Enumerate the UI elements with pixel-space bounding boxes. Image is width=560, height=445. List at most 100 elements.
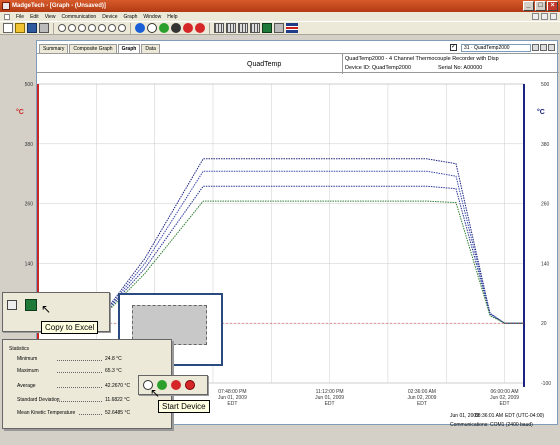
graph-buttons bbox=[532, 44, 555, 51]
graph-minimize-button[interactable] bbox=[532, 44, 539, 51]
tab-composite-graph[interactable]: Composite Graph bbox=[69, 44, 117, 53]
stat-leader bbox=[57, 401, 102, 402]
doc-window-controls bbox=[532, 13, 557, 20]
y-tick-label-left: 260 bbox=[25, 202, 34, 208]
tab-graph[interactable]: Graph bbox=[117, 44, 141, 53]
copy-to-excel-button[interactable] bbox=[25, 299, 37, 311]
graph-title: QuadTemp bbox=[247, 61, 282, 68]
zoom-y-icon[interactable] bbox=[108, 24, 116, 32]
grid-icon[interactable] bbox=[214, 23, 224, 33]
menu-graph[interactable]: Graph bbox=[123, 14, 137, 20]
cancel-icon[interactable] bbox=[195, 23, 205, 33]
stat-label: Average bbox=[17, 383, 36, 389]
serial-number: Serial No: A00000 bbox=[438, 65, 483, 71]
stat-value: 42.2670 °C bbox=[105, 383, 131, 389]
menu-window[interactable]: Window bbox=[143, 14, 161, 20]
status-time: 08:36:01 AM bbox=[475, 413, 504, 419]
stat-label: Mean Kinetic Temperature bbox=[17, 410, 76, 416]
new-file-icon[interactable] bbox=[3, 23, 13, 33]
menu-device[interactable]: Device bbox=[102, 14, 117, 20]
menu-bar: File Edit View Communication Device Grap… bbox=[0, 12, 560, 21]
menu-help[interactable]: Help bbox=[167, 14, 177, 20]
statistics-title: Statistics bbox=[9, 346, 30, 352]
graph-restore-button[interactable] bbox=[540, 44, 547, 51]
y-tick-label-left: 140 bbox=[25, 261, 34, 267]
channel-checkbox[interactable]: ✓ bbox=[450, 44, 457, 51]
y-unit-left: °C bbox=[16, 108, 24, 116]
stop-device-button[interactable] bbox=[171, 380, 181, 390]
document-icon bbox=[4, 13, 10, 20]
close-button[interactable]: × bbox=[547, 1, 558, 11]
graph-header: QuadTemp QuadTemp2000 - 4 Channel Thermo… bbox=[37, 53, 559, 74]
maximize-button[interactable]: □ bbox=[535, 1, 546, 11]
app-window: MadgeTech - [Graph - (Unsaved)] _ □ × Fi… bbox=[0, 0, 560, 445]
tab-summary[interactable]: Summary bbox=[39, 44, 69, 53]
y-tick-label-left: 500 bbox=[25, 82, 34, 88]
stat-label: Minimum bbox=[17, 356, 38, 362]
cancel-device-button[interactable] bbox=[185, 380, 195, 390]
table-icon[interactable] bbox=[226, 23, 236, 33]
toolbar-separator bbox=[209, 22, 210, 34]
zoom-fit-icon[interactable] bbox=[118, 24, 126, 32]
minimize-button[interactable]: _ bbox=[523, 1, 534, 11]
device-control-popup bbox=[138, 375, 208, 395]
menu-communication[interactable]: Communication bbox=[61, 14, 96, 20]
stat-leader bbox=[57, 387, 102, 388]
toolbar-separator bbox=[130, 22, 131, 34]
stat-value: 52.6485 °C bbox=[105, 410, 131, 416]
pause-icon[interactable] bbox=[171, 23, 181, 33]
stat-value: 65.3 °C bbox=[105, 368, 122, 374]
annotation-icon[interactable] bbox=[250, 23, 260, 33]
window-title: MadgeTech - [Graph - (Unsaved)] bbox=[12, 3, 106, 9]
menu-edit[interactable]: Edit bbox=[30, 14, 39, 20]
language-flag-icon[interactable] bbox=[286, 23, 298, 33]
app-icon bbox=[2, 2, 10, 10]
start-device-icon[interactable] bbox=[159, 23, 169, 33]
toolbar-separator bbox=[53, 22, 54, 34]
save-icon[interactable] bbox=[27, 23, 37, 33]
zoom-x-icon[interactable] bbox=[98, 24, 106, 32]
pan-icon[interactable] bbox=[68, 24, 76, 32]
print-icon[interactable] bbox=[39, 23, 49, 33]
excel-icon[interactable] bbox=[262, 23, 272, 33]
start-device-tooltip: Start Device bbox=[158, 400, 210, 413]
zoom-in-icon[interactable] bbox=[78, 24, 86, 32]
copy-icon[interactable] bbox=[7, 300, 17, 310]
stat-value: 11.6822 °C bbox=[105, 397, 130, 403]
copy-to-excel-tooltip: Copy to Excel bbox=[41, 321, 99, 334]
stat-leader bbox=[79, 414, 102, 415]
stat-label: Maximum bbox=[17, 368, 39, 374]
doc-restore-button[interactable] bbox=[541, 13, 548, 20]
channel-select[interactable]: 31 · QuadTemp2000 bbox=[461, 44, 531, 52]
doc-close-button[interactable] bbox=[550, 13, 557, 20]
device-description: QuadTemp2000 - 4 Channel Thermocouple Re… bbox=[345, 56, 499, 62]
pointer-icon[interactable] bbox=[58, 24, 66, 32]
report-icon[interactable] bbox=[274, 23, 284, 33]
menu-view[interactable]: View bbox=[45, 14, 56, 20]
stat-value: 24.8 °C bbox=[105, 356, 122, 362]
graph-close-button[interactable] bbox=[548, 44, 555, 51]
tab-data[interactable]: Data bbox=[141, 44, 160, 53]
stat-label: Standard Deviation bbox=[17, 397, 60, 403]
columns-icon[interactable] bbox=[238, 23, 248, 33]
device-id: Device ID: QuadTemp2000 bbox=[345, 65, 412, 71]
doc-minimize-button[interactable] bbox=[532, 13, 539, 20]
open-folder-icon[interactable] bbox=[15, 23, 25, 33]
excel-toolbar-popup: ↖ Copy to Excel bbox=[2, 292, 110, 334]
help-icon[interactable] bbox=[135, 23, 145, 33]
status-communications: Communications: COM1 (2400 baud) bbox=[450, 422, 533, 428]
y-tick-label-left: 380 bbox=[25, 142, 34, 148]
stop-device-icon[interactable] bbox=[183, 23, 193, 33]
zoom-out-icon[interactable] bbox=[88, 24, 96, 32]
stat-leader bbox=[57, 360, 102, 361]
mouse-cursor-icon: ↖ bbox=[150, 386, 161, 400]
tab-bar: Summary Composite Graph Graph Data bbox=[37, 41, 161, 53]
read-device-icon[interactable] bbox=[147, 23, 157, 33]
title-bar: MadgeTech - [Graph - (Unsaved)] _ □ × bbox=[0, 0, 560, 12]
status-timezone: EDT (UTC-04:00) bbox=[505, 413, 545, 419]
window-controls: _ □ × bbox=[523, 1, 558, 11]
device-info: QuadTemp2000 - 4 Channel Thermocouple Re… bbox=[342, 54, 559, 74]
menu-file[interactable]: File bbox=[16, 14, 24, 20]
toolbar bbox=[0, 21, 560, 35]
mouse-cursor-icon: ↖ bbox=[41, 302, 52, 316]
